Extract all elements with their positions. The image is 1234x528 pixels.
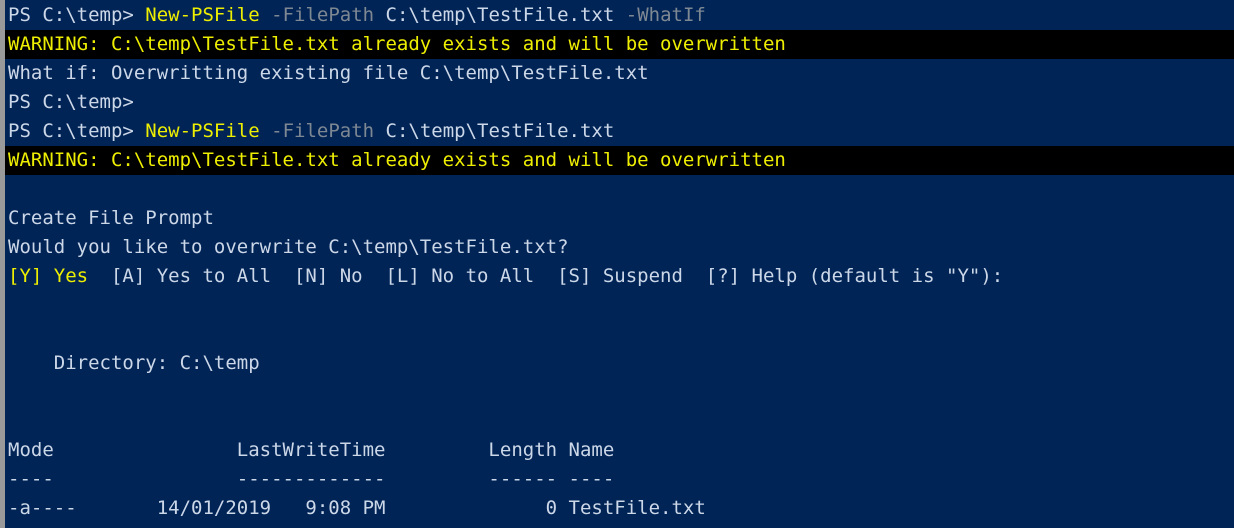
- line-9-prompt-question-segment-0: Would you like to overwrite C:\temp\Test…: [8, 236, 569, 258]
- line-18-table-row-segment-0: -a---- 14/01/2019 9:08 PM 0 TestFile.txt: [8, 497, 706, 519]
- line-13-directory: Directory: C:\temp: [5, 349, 1234, 378]
- line-10-prompt-choices-segment-1: [A] Yes to All [N] No [L] No to All [S] …: [88, 265, 1004, 287]
- line-17-table-rule-segment-0: ---- ------------- ------ ----: [8, 468, 615, 490]
- line-14-blank: [5, 378, 1234, 407]
- line-7-blank-segment-0: [8, 178, 19, 200]
- line-7-blank: [5, 175, 1234, 204]
- line-1-command-whatif-segment-1: New-PSFile: [145, 4, 260, 26]
- line-3-whatif-output-segment-0: What if: Overwritting existing file C:\t…: [8, 62, 649, 84]
- line-5-command-run-segment-1: New-PSFile: [145, 120, 260, 142]
- line-16-table-header: Mode LastWriteTime Length Name: [5, 436, 1234, 465]
- line-16-table-header-segment-0: Mode LastWriteTime Length Name: [8, 439, 615, 461]
- powershell-console-window[interactable]: PS C:\temp> New-PSFile -FilePath C:\temp…: [0, 0, 1234, 528]
- line-18-table-row: -a---- 14/01/2019 9:08 PM 0 TestFile.txt: [5, 494, 1234, 523]
- line-15-blank: [5, 407, 1234, 436]
- line-2-warning-whatif: WARNING: C:\temp\TestFile.txt already ex…: [5, 30, 1234, 59]
- line-5-command-run-segment-3: -FilePath: [271, 120, 375, 142]
- line-15-blank-segment-0: [8, 410, 19, 432]
- line-17-table-rule: ---- ------------- ------ ----: [5, 465, 1234, 494]
- line-1-command-whatif-segment-3: -FilePath: [271, 4, 375, 26]
- console-output-area[interactable]: PS C:\temp> New-PSFile -FilePath C:\temp…: [5, 1, 1234, 523]
- line-1-command-whatif-segment-5: -WhatIf: [625, 4, 706, 26]
- line-14-blank-segment-0: [8, 381, 19, 403]
- line-8-prompt-caption: Create File Prompt: [5, 204, 1234, 233]
- line-9-prompt-question: Would you like to overwrite C:\temp\Test…: [5, 233, 1234, 262]
- line-11-blank: [5, 291, 1234, 320]
- line-6-warning-run-segment-0: WARNING: C:\temp\TestFile.txt already ex…: [8, 149, 786, 171]
- line-10-prompt-choices-segment-0: [Y] Yes: [8, 265, 89, 287]
- line-11-blank-segment-0: [8, 294, 19, 316]
- line-8-prompt-caption-segment-0: Create File Prompt: [8, 207, 214, 229]
- line-5-command-run-segment-0: PS C:\temp>: [8, 120, 146, 142]
- line-13-directory-segment-0: Directory: C:\temp: [8, 352, 260, 374]
- line-4-prompt-empty-segment-0: PS C:\temp>: [8, 91, 134, 113]
- line-1-command-whatif-segment-0: PS C:\temp>: [8, 4, 146, 26]
- line-3-whatif-output: What if: Overwritting existing file C:\t…: [5, 59, 1234, 88]
- line-1-command-whatif-segment-2: [260, 4, 271, 26]
- line-6-warning-run: WARNING: C:\temp\TestFile.txt already ex…: [5, 146, 1234, 175]
- line-10-prompt-choices: [Y] Yes [A] Yes to All [N] No [L] No to …: [5, 262, 1234, 291]
- line-2-warning-whatif-segment-0: WARNING: C:\temp\TestFile.txt already ex…: [8, 33, 786, 55]
- line-1-command-whatif: PS C:\temp> New-PSFile -FilePath C:\temp…: [5, 1, 1234, 30]
- line-12-blank: [5, 320, 1234, 349]
- line-5-command-run-segment-2: [260, 120, 271, 142]
- line-5-command-run: PS C:\temp> New-PSFile -FilePath C:\temp…: [5, 117, 1234, 146]
- line-5-command-run-segment-4: C:\temp\TestFile.txt: [374, 120, 615, 142]
- line-4-prompt-empty: PS C:\temp>: [5, 88, 1234, 117]
- line-1-command-whatif-segment-4: C:\temp\TestFile.txt: [374, 4, 626, 26]
- line-12-blank-segment-0: [8, 323, 19, 345]
